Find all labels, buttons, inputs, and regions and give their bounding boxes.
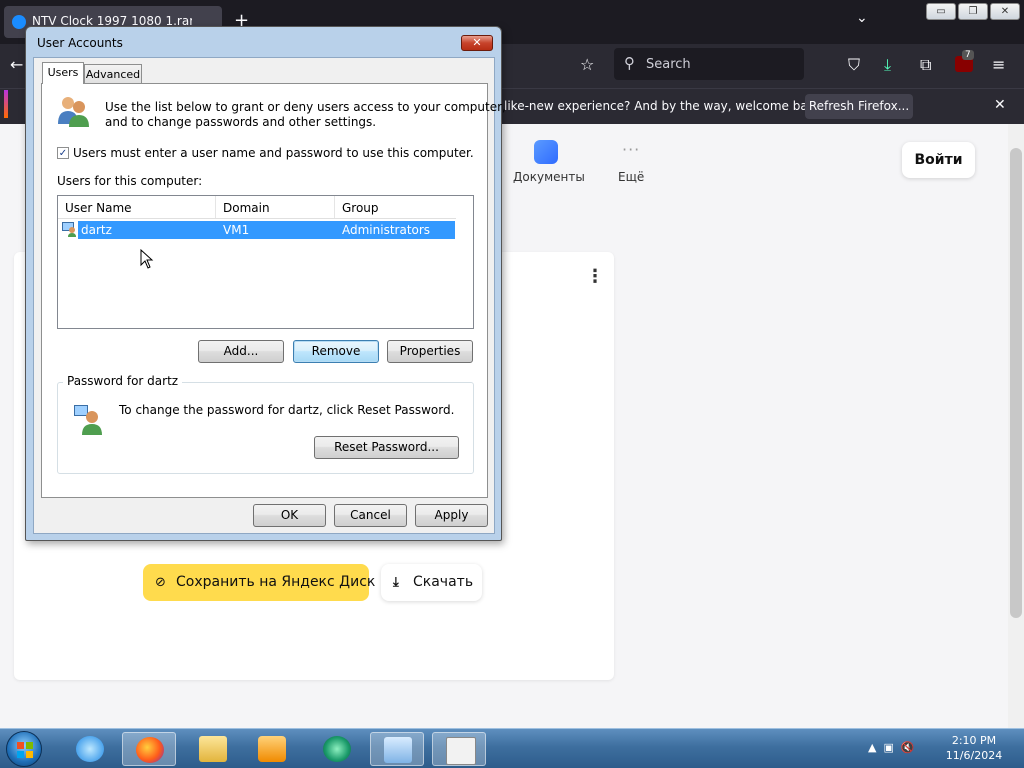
password-instructions: To change the password for dartz, click … bbox=[119, 403, 455, 417]
search-placeholder: Search bbox=[646, 57, 691, 72]
column-separator[interactable] bbox=[334, 196, 335, 218]
tray-clock[interactable]: 2:10 PM 11/6/2024 bbox=[940, 733, 1008, 763]
minimize-button[interactable]: ▭ bbox=[926, 3, 956, 20]
column-domain[interactable]: Domain bbox=[223, 201, 270, 215]
cancel-button[interactable]: Cancel bbox=[334, 504, 407, 527]
row-user-name: dartz bbox=[81, 223, 112, 237]
taskbar-firefox[interactable] bbox=[122, 732, 176, 766]
taskbar-window[interactable] bbox=[432, 732, 486, 766]
kebab-menu-icon[interactable]: ⋮ bbox=[586, 266, 604, 287]
download-arrow-icon: ⤓ bbox=[393, 575, 399, 590]
media-player-icon bbox=[258, 736, 286, 762]
more-link[interactable]: Ещё bbox=[618, 170, 644, 184]
users-list[interactable]: User Name Domain Group dartz VM1 Adminis… bbox=[57, 195, 474, 329]
login-button[interactable]: Войти bbox=[902, 142, 975, 178]
user-row-icon bbox=[62, 222, 76, 237]
more-icon[interactable]: ··· bbox=[622, 140, 640, 159]
search-icon: ⚲ bbox=[624, 54, 635, 72]
folder-icon bbox=[199, 736, 227, 762]
documents-link[interactable]: Документы bbox=[513, 170, 585, 184]
column-separator[interactable] bbox=[215, 196, 216, 218]
user-key-icon bbox=[74, 405, 102, 435]
taskbar-explorer[interactable] bbox=[186, 732, 240, 766]
tab-advanced[interactable]: Advanced bbox=[84, 64, 142, 84]
window-icon bbox=[446, 737, 476, 765]
intro-text-line-2: and to change passwords and other settin… bbox=[105, 115, 377, 129]
refresh-firefox-button[interactable]: Refresh Firefox... bbox=[805, 94, 913, 119]
taskbar-app[interactable] bbox=[310, 732, 364, 766]
password-group: Password for dartz To change the passwor… bbox=[57, 374, 474, 474]
internet-explorer-icon bbox=[76, 736, 104, 762]
users-icon bbox=[58, 97, 89, 127]
scrollbar-thumb[interactable] bbox=[1010, 148, 1022, 618]
download-button[interactable]: ⤓ Скачать bbox=[381, 564, 482, 601]
column-user-name[interactable]: User Name bbox=[65, 201, 132, 215]
dialog-body: Users Advanced Use the list below to gra… bbox=[33, 57, 506, 534]
table-row[interactable]: dartz VM1 Administrators bbox=[78, 221, 455, 239]
taskbar-media-player[interactable] bbox=[245, 732, 299, 766]
chevron-down-icon[interactable]: ⌄ bbox=[856, 10, 868, 26]
app-icon bbox=[323, 736, 351, 762]
window-close-button[interactable]: ✕ bbox=[990, 3, 1020, 20]
save-to-disk-label: Сохранить на Яндекс Диск bbox=[176, 574, 376, 590]
firefox-icon bbox=[136, 737, 164, 763]
tray-date: 11/6/2024 bbox=[945, 749, 1003, 762]
search-input[interactable]: ⚲ Search bbox=[614, 48, 804, 80]
maximize-button[interactable]: ❐ bbox=[958, 3, 988, 20]
taskbar-ie[interactable] bbox=[63, 732, 117, 766]
back-arrow-icon[interactable]: ← bbox=[10, 55, 23, 74]
remove-user-button[interactable]: Remove bbox=[293, 340, 379, 363]
tab-users[interactable]: Users bbox=[42, 62, 84, 84]
documents-icon[interactable] bbox=[534, 140, 558, 164]
intro-text-line-1: Use the list below to grant or deny user… bbox=[105, 100, 506, 114]
extension-badge: 7 bbox=[962, 50, 974, 60]
menu-icon[interactable]: ≡ bbox=[992, 55, 1005, 74]
add-user-button[interactable]: Add... bbox=[198, 340, 284, 363]
save-to-disk-button[interactable]: ⊘ Сохранить на Яндекс Диск bbox=[143, 564, 375, 601]
taskbar-control-panel[interactable] bbox=[370, 732, 424, 766]
properties-button[interactable]: Properties bbox=[387, 340, 473, 363]
mouse-cursor-icon bbox=[140, 249, 154, 269]
download-icon[interactable]: ⤓ bbox=[884, 55, 891, 75]
require-login-checkbox[interactable]: ✓ bbox=[57, 147, 69, 159]
dialog-close-button[interactable]: ✕ bbox=[461, 35, 493, 51]
users-tab-panel: Use the list below to grant or deny user… bbox=[41, 83, 506, 498]
download-label: Скачать bbox=[413, 574, 474, 590]
bookmark-star-icon[interactable]: ☆ bbox=[580, 55, 594, 74]
password-group-label: Password for dartz bbox=[63, 374, 183, 388]
row-domain: VM1 bbox=[223, 223, 250, 237]
control-panel-icon bbox=[384, 737, 412, 763]
row-group: Administrators bbox=[342, 223, 431, 237]
notification-text: like-new experience? And by the way, wel… bbox=[504, 99, 827, 113]
start-button[interactable] bbox=[6, 731, 42, 767]
require-login-label[interactable]: Users must enter a user name and passwor… bbox=[73, 146, 474, 160]
users-list-header: User Name Domain Group bbox=[58, 196, 456, 219]
dialog-title: User Accounts bbox=[37, 36, 123, 50]
user-accounts-dialog: User Accounts ✕ Users Advanced Use the l… bbox=[25, 26, 506, 541]
notification-accent bbox=[4, 90, 8, 118]
apply-button[interactable]: Apply bbox=[415, 504, 488, 527]
users-list-label: Users for this computer: bbox=[57, 174, 203, 188]
column-group[interactable]: Group bbox=[342, 201, 379, 215]
ok-button[interactable]: OK bbox=[253, 504, 326, 527]
taskbar: ▲ ▣ 🔇 2:10 PM 11/6/2024 bbox=[0, 728, 1024, 768]
close-icon[interactable]: ✕ bbox=[994, 97, 1006, 113]
disk-icon: ⊘ bbox=[155, 575, 166, 590]
pocket-icon[interactable]: ⛉ bbox=[848, 55, 860, 75]
tray-time: 2:10 PM bbox=[951, 734, 997, 747]
yandex-disk-icon bbox=[12, 15, 26, 29]
extensions-icon[interactable]: ⧉ bbox=[920, 55, 931, 75]
tray-icons[interactable]: ▲ ▣ 🔇 bbox=[868, 741, 915, 754]
reset-password-button[interactable]: Reset Password... bbox=[314, 436, 459, 459]
